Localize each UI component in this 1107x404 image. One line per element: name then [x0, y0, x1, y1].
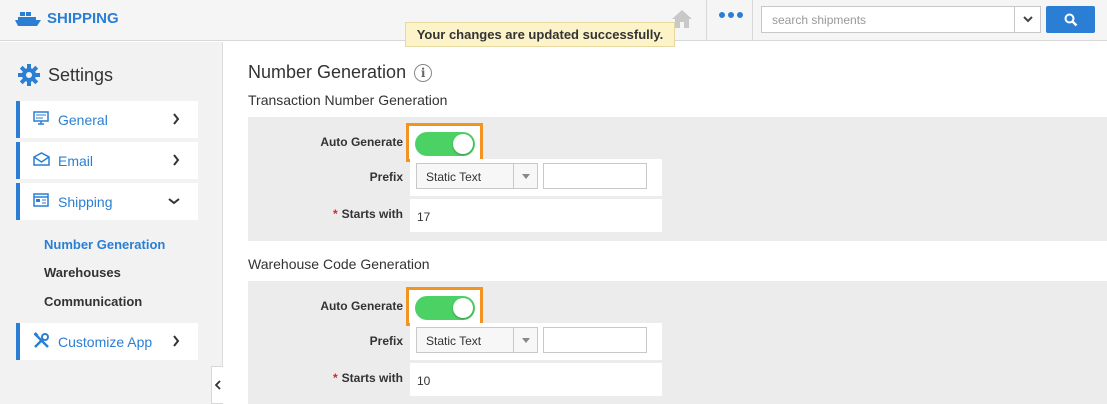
- starts-with-label: * Starts with: [332, 371, 403, 385]
- prefix-input[interactable]: [543, 327, 647, 353]
- app-brand[interactable]: SHIPPING: [15, 10, 119, 27]
- sidebar-item-label: Customize App: [58, 334, 153, 350]
- sidebar-item-email[interactable]: Email: [16, 142, 198, 179]
- auto-generate-label: Auto Generate: [320, 135, 403, 149]
- chevron-right-icon: [173, 154, 180, 166]
- ship-icon: [15, 11, 41, 26]
- chevron-right-icon: [173, 113, 180, 125]
- divider: [706, 0, 707, 41]
- starts-with-value: 17: [417, 210, 431, 224]
- prefix-type-select[interactable]: Static Text: [416, 163, 538, 189]
- gear-icon: [18, 64, 40, 86]
- info-icon[interactable]: i: [414, 63, 433, 82]
- prefix-type-value: Static Text: [426, 170, 482, 184]
- more-icon[interactable]: [719, 12, 743, 18]
- toggle-highlight: [406, 123, 483, 162]
- window-icon: [33, 193, 49, 207]
- success-notification: Your changes are updated successfully.: [405, 22, 675, 47]
- starts-with-field[interactable]: 17: [410, 199, 662, 232]
- page-title: Number Generation i: [248, 62, 433, 83]
- required-asterisk: *: [332, 371, 338, 385]
- sidebar-subitem-communication[interactable]: Communication: [44, 294, 142, 309]
- required-asterisk: *: [332, 207, 338, 221]
- prefix-label: Prefix: [369, 334, 403, 348]
- toggle-knob: [453, 298, 473, 318]
- starts-with-field[interactable]: 10: [410, 363, 662, 396]
- prefix-type-select[interactable]: Static Text: [416, 327, 538, 353]
- dropdown-arrow-icon: [513, 328, 537, 352]
- chevron-right-icon: [173, 335, 180, 347]
- prefix-input[interactable]: [543, 163, 647, 189]
- search-icon: [1064, 13, 1077, 26]
- sidebar-item-general[interactable]: General: [16, 101, 198, 138]
- toggle-highlight: [406, 287, 483, 326]
- monitor-icon: [33, 111, 49, 125]
- auto-generate-label: Auto Generate: [320, 299, 403, 313]
- starts-with-label: * Starts with: [332, 207, 403, 221]
- sidebar-subitem-warehouses[interactable]: Warehouses: [44, 265, 121, 280]
- app-name: SHIPPING: [47, 10, 119, 27]
- toggle-knob: [453, 134, 473, 154]
- chevron-left-icon: [214, 380, 221, 390]
- settings-heading: Settings: [18, 64, 113, 86]
- sidebar-item-label: Shipping: [58, 194, 113, 210]
- warehouse-code-panel: Auto Generate Prefix Static Text * Starts…: [248, 281, 1107, 404]
- search-box: [761, 6, 1041, 33]
- sidebar-item-label: General: [58, 112, 108, 128]
- sidebar-subitem-number-generation[interactable]: Number Generation: [44, 237, 165, 252]
- envelope-icon: [33, 152, 50, 166]
- prefix-cell: Static Text: [410, 323, 662, 360]
- prefix-type-value: Static Text: [426, 334, 482, 348]
- sidebar-item-label: Email: [58, 153, 94, 169]
- sidebar-item-shipping[interactable]: Shipping: [16, 183, 198, 220]
- chevron-down-icon: [1022, 16, 1033, 23]
- chevron-down-icon: [168, 198, 180, 205]
- dropdown-arrow-icon: [513, 164, 537, 188]
- page-title-text: Number Generation: [248, 62, 407, 82]
- section-title: Transaction Number Generation: [248, 92, 448, 108]
- search-button[interactable]: [1046, 6, 1095, 33]
- sidebar-item-customize-app[interactable]: Customize App: [16, 323, 198, 360]
- prefix-cell: Static Text: [410, 159, 662, 196]
- section-title: Warehouse Code Generation: [248, 256, 430, 272]
- prefix-label: Prefix: [369, 170, 403, 184]
- search-input[interactable]: [762, 7, 1012, 32]
- settings-title: Settings: [48, 64, 114, 85]
- sidebar-collapse-button[interactable]: [211, 366, 223, 404]
- tools-icon: [33, 332, 49, 348]
- auto-generate-toggle[interactable]: [415, 132, 475, 156]
- divider: [752, 0, 753, 41]
- auto-generate-toggle[interactable]: [415, 296, 475, 320]
- transaction-number-panel: Auto Generate Prefix Static Text * Starts…: [248, 117, 1107, 241]
- search-filter-dropdown[interactable]: [1014, 7, 1040, 32]
- sidebar: Settings General Email Shipping Number G…: [0, 42, 223, 404]
- starts-with-value: 10: [417, 374, 431, 388]
